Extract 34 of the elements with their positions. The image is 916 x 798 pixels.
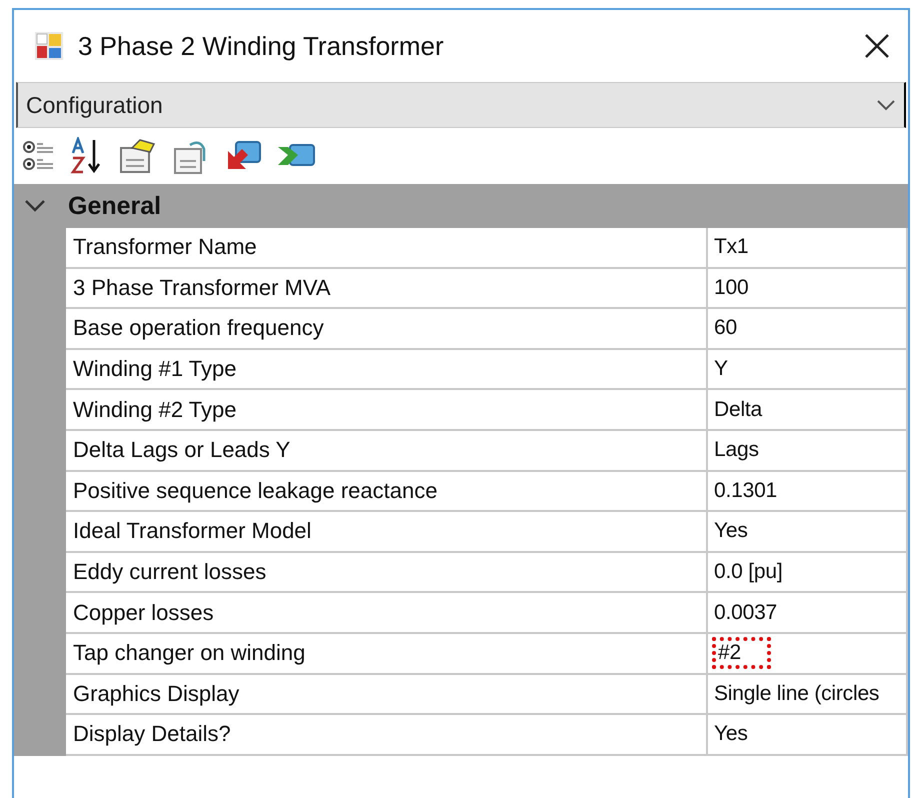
- property-name[interactable]: Graphics Display: [66, 674, 708, 716]
- property-name[interactable]: Eddy current losses: [66, 552, 708, 594]
- property-value[interactable]: 100: [708, 268, 908, 310]
- app-icon: [34, 31, 64, 61]
- property-name[interactable]: Transformer Name: [66, 228, 708, 269]
- property-value[interactable]: #2: [708, 634, 908, 675]
- property-name[interactable]: Delta Lags or Leads Y: [66, 430, 708, 472]
- property-value[interactable]: Delta: [708, 390, 908, 431]
- category-label: General: [68, 192, 162, 220]
- property-value[interactable]: Lags: [708, 430, 908, 472]
- property-value[interactable]: 60: [708, 309, 908, 350]
- collapse-chevron-icon[interactable]: [24, 199, 46, 213]
- property-value[interactable]: Single line (circles: [708, 674, 908, 716]
- chevron-down-icon: [876, 99, 896, 111]
- property-name[interactable]: Base operation frequency: [66, 309, 708, 350]
- property-name[interactable]: 3 Phase Transformer MVA: [66, 268, 708, 310]
- property-name[interactable]: Tap changer on winding: [66, 634, 708, 675]
- property-name[interactable]: Display Details?: [66, 715, 708, 756]
- property-name[interactable]: Winding #1 Type: [66, 350, 708, 390]
- view-dropdown[interactable]: Configuration: [16, 82, 906, 128]
- property-value[interactable]: Yes: [708, 512, 908, 553]
- property-value[interactable]: 0.1301: [708, 472, 908, 512]
- property-value[interactable]: Y: [708, 350, 908, 390]
- highlighted-value: #2: [714, 639, 769, 668]
- property-value[interactable]: 0.0 [pu]: [708, 552, 908, 594]
- window-title: 3 Phase 2 Winding Transformer: [78, 30, 445, 62]
- property-value[interactable]: Tx1: [708, 228, 908, 269]
- property-name[interactable]: Positive sequence leakage reactance: [66, 472, 708, 512]
- property-name[interactable]: Ideal Transformer Model: [66, 512, 708, 553]
- property-value[interactable]: Yes: [708, 715, 908, 756]
- property-pages-icon[interactable]: [118, 138, 158, 174]
- property-name[interactable]: Copper losses: [66, 593, 708, 634]
- property-value[interactable]: 0.0037: [708, 593, 908, 634]
- property-name[interactable]: Winding #2 Type: [66, 390, 708, 431]
